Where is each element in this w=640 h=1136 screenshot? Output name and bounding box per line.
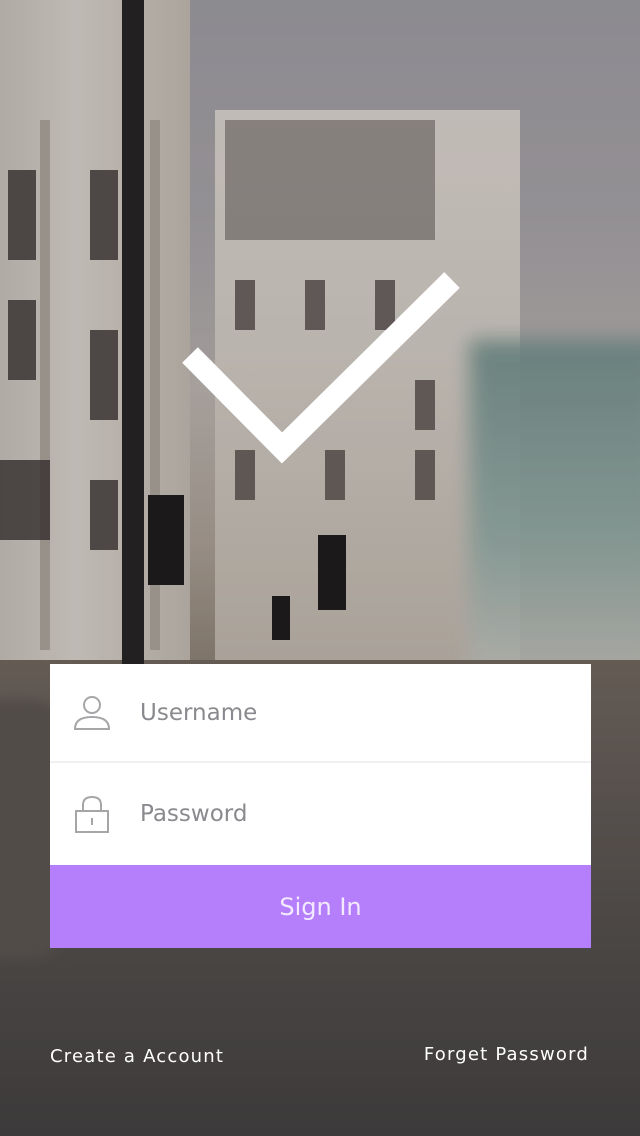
username-field <box>50 664 591 762</box>
username-input[interactable] <box>138 690 562 736</box>
lock-icon <box>75 795 109 833</box>
sign-in-button[interactable]: Sign In <box>50 865 591 948</box>
password-field <box>50 763 591 865</box>
checkmark-icon <box>182 272 460 464</box>
forget-password-link[interactable]: Forget Password <box>424 1044 589 1065</box>
password-input[interactable] <box>138 791 562 837</box>
create-account-link[interactable]: Create a Account <box>50 1046 224 1067</box>
background-photo <box>0 0 640 1136</box>
background-overlay <box>0 0 640 1136</box>
login-form: Sign In <box>50 664 591 948</box>
user-icon <box>73 696 111 730</box>
